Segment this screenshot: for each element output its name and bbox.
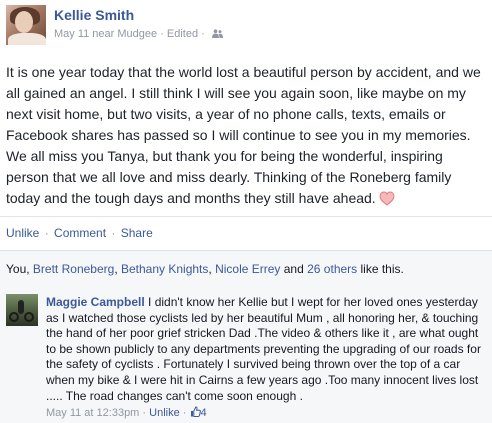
likes-and: and bbox=[280, 262, 308, 276]
post-divider bbox=[0, 216, 492, 217]
likes-separator: , bbox=[114, 262, 121, 276]
comment-author-name[interactable]: Maggie Campbell bbox=[46, 295, 145, 309]
others-link[interactable]: 26 others bbox=[307, 262, 357, 276]
post-actions: Unlike · Comment · Share bbox=[6, 226, 153, 240]
action-separator: · bbox=[111, 226, 116, 240]
comment-like-count[interactable]: 4 bbox=[201, 407, 207, 419]
liker-link[interactable]: Bethany Knights bbox=[121, 262, 208, 276]
likes-summary: You, Brett Roneberg, Bethany Knights, Ni… bbox=[6, 262, 404, 276]
action-separator: · bbox=[44, 226, 49, 240]
comment-separator: · bbox=[179, 407, 190, 419]
likes-suffix: like this. bbox=[357, 262, 404, 276]
friends-icon[interactable] bbox=[211, 29, 223, 38]
post-author-name[interactable]: Kellie Smith bbox=[54, 7, 134, 23]
comment: Maggie Campbell I didn't know her Kellie… bbox=[0, 287, 492, 423]
share-link[interactable]: Share bbox=[121, 226, 153, 240]
likes-panel: You, Brett Roneberg, Bethany Knights, Ni… bbox=[0, 250, 492, 288]
thumbs-up-icon[interactable] bbox=[190, 406, 201, 417]
commenter-avatar[interactable] bbox=[6, 294, 38, 326]
post-header: Kellie Smith May 11 near Mudgee · Edited… bbox=[6, 5, 486, 49]
comment-unlike-link[interactable]: Unlike bbox=[149, 407, 180, 419]
comment-meta: May 11 at 12:33pm · Unlike · 4 bbox=[46, 406, 207, 419]
heart-icon bbox=[379, 191, 395, 206]
comment-body: Maggie Campbell I didn't know her Kellie… bbox=[46, 295, 488, 404]
post-body: It is one year today that the world lost… bbox=[6, 62, 484, 209]
comment-timestamp[interactable]: May 11 at 12:33pm bbox=[46, 407, 139, 419]
likes-prefix: You, bbox=[6, 262, 33, 276]
post-meta-text: May 11 near Mudgee · Edited · bbox=[54, 28, 205, 40]
comment-text: I didn't know her Kellie but I wept for … bbox=[46, 295, 481, 403]
comment-separator: · bbox=[139, 407, 150, 419]
liker-link[interactable]: Nicole Errey bbox=[215, 262, 280, 276]
post-meta: May 11 near Mudgee · Edited · bbox=[54, 28, 223, 40]
post-text: It is one year today that the world lost… bbox=[6, 64, 481, 206]
comment-link[interactable]: Comment bbox=[54, 226, 106, 240]
liker-link[interactable]: Brett Roneberg bbox=[33, 262, 114, 276]
author-avatar[interactable] bbox=[6, 5, 46, 45]
unlike-link[interactable]: Unlike bbox=[6, 226, 39, 240]
